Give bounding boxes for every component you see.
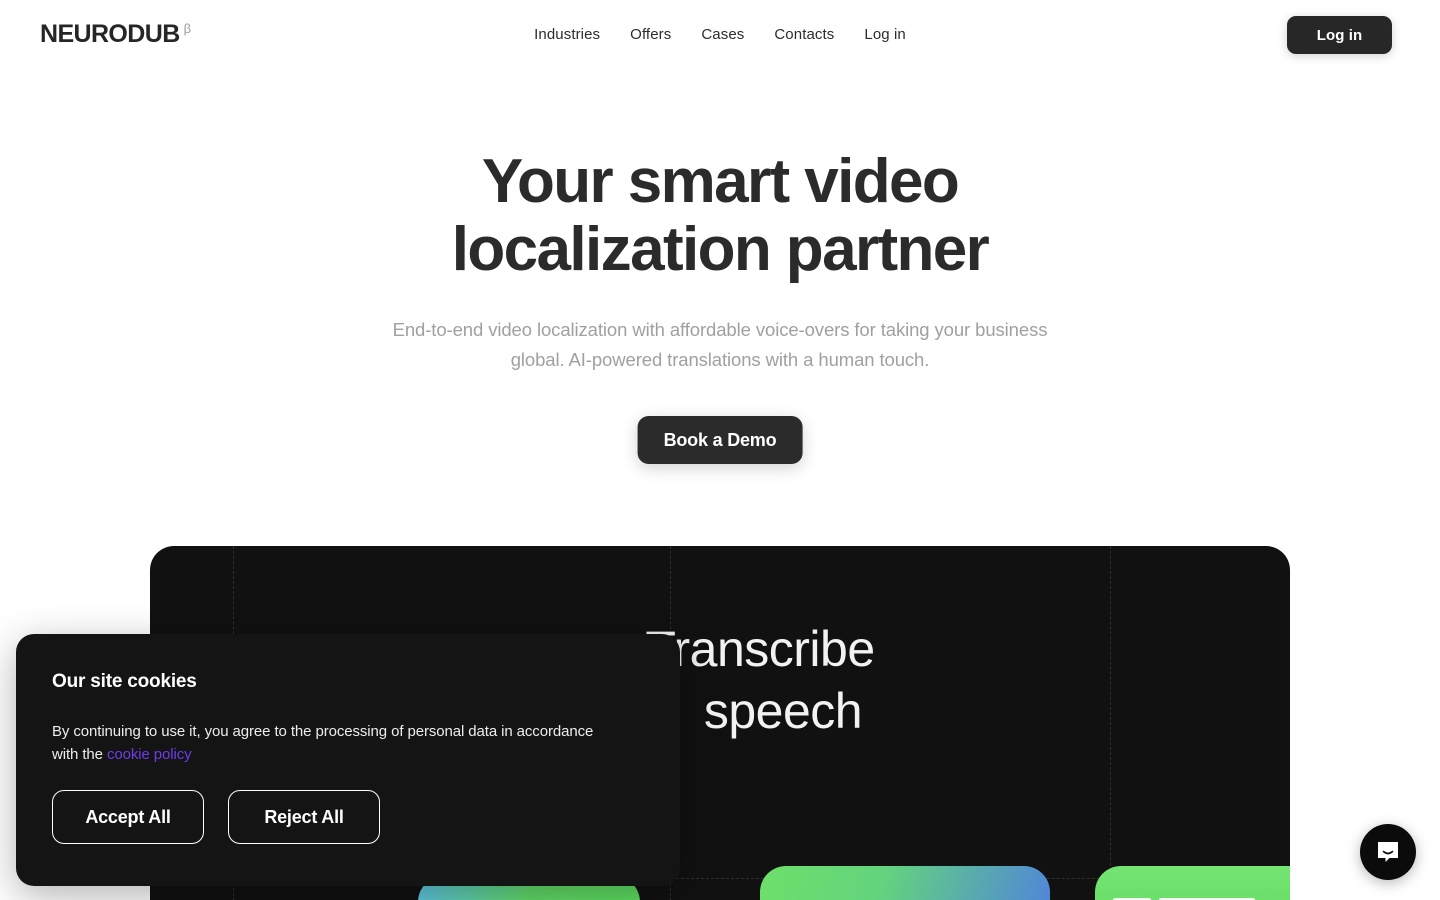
cookie-consent-banner: Our site cookies By continuing to use it… [16,634,680,886]
message-bubble-icon [1378,842,1398,862]
page-root: NEURODUB β Industries Offers Cases Conta… [0,0,1440,900]
nav-item-login[interactable]: Log in [864,24,905,46]
cookie-banner-title: Our site cookies [52,671,197,692]
cookie-banner-actions: Accept All Reject All [52,790,380,844]
subtitle-chip-center: T [760,866,1050,900]
hero-subtitle: End-to-end video localization with affor… [392,319,1048,370]
chip-line-group [760,866,1050,900]
nav-item-cases[interactable]: Cases [701,24,744,46]
hero-title-line-1: Your smart video [481,147,960,216]
subtitle-chip-right [1095,866,1290,900]
nav-item-offers[interactable]: Offers [630,24,671,46]
reject-all-button[interactable]: Reject All [228,790,380,844]
chat-launcher-button[interactable] [1360,824,1416,880]
accept-all-button[interactable]: Accept All [52,790,204,844]
login-button[interactable]: Log in [1287,16,1392,54]
site-header: NEURODUB β Industries Offers Cases Conta… [0,0,1440,72]
cookie-policy-link[interactable]: cookie policy [107,746,192,763]
chip-line-group [1095,866,1290,900]
nav-item-contacts[interactable]: Contacts [774,24,834,46]
main-navigation: Industries Offers Cases Contacts Log in [0,24,1440,46]
page-title: Your smart video localization partner [0,148,1440,284]
nav-item-industries[interactable]: Industries [534,24,600,46]
hero-title-line-2: localization partner [451,215,990,284]
cookie-banner-text: By continuing to use it, you agree to th… [52,720,618,766]
book-a-demo-button[interactable]: Book a Demo [637,416,803,464]
guide-line-vertical-3 [1110,546,1111,900]
